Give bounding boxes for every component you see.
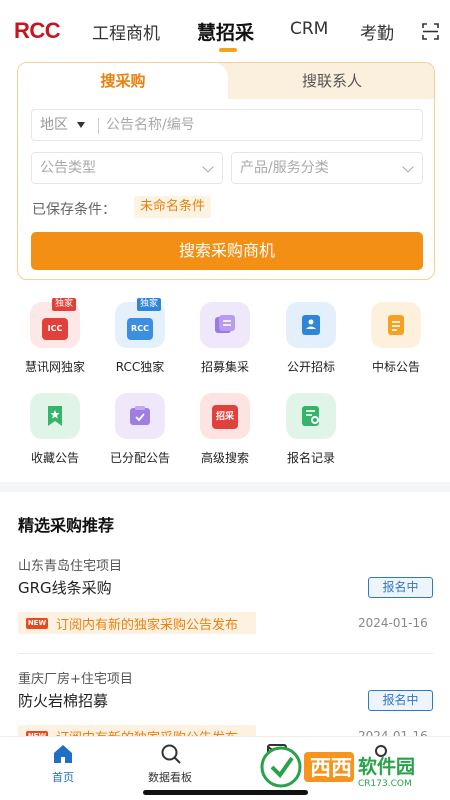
caret-down-icon: [77, 122, 85, 128]
chevron-down-icon: [202, 161, 214, 173]
section-divider: [0, 482, 450, 492]
app-logo: RCC: [14, 18, 61, 43]
tab-search-procurement[interactable]: 搜采购: [18, 63, 228, 99]
saved-conditions-label: 已保存条件：: [32, 202, 116, 218]
public-tender-icon: [286, 302, 336, 348]
project-name[interactable]: 防火岩棉招募: [18, 690, 108, 711]
tab-crm[interactable]: CRM: [290, 19, 328, 39]
scan-icon[interactable]: [422, 23, 439, 40]
grid-item-label: 高级搜索: [200, 451, 249, 465]
rcc-exclusive-icon: RCC 独家: [115, 298, 165, 348]
keyword-placeholder: 公告名称/编号: [106, 117, 195, 133]
notice-type-select[interactable]: 公告类型: [31, 152, 223, 184]
bottom-nav-label: 数据看板: [148, 771, 192, 784]
svg-text:软件园: 软件园: [358, 755, 415, 778]
grid-item-label: 收藏公告: [30, 451, 79, 465]
grid-item-label: 报名记录: [286, 451, 335, 465]
recruit-collective-icon: [200, 302, 250, 348]
advanced-search-icon: 招采: [200, 393, 250, 439]
bottom-nav-dashboard[interactable]: 数据看板: [130, 737, 210, 797]
search-procurement-button[interactable]: 搜索采购商机: [31, 232, 423, 270]
status-badge[interactable]: 报名中: [368, 690, 433, 711]
grid-item-label: 中标公告: [371, 360, 420, 374]
project-location: 重庆厂房+住宅项目: [18, 672, 133, 687]
icc-exclusive-icon: ICC 独家: [30, 298, 80, 348]
section-title: 精选采购推荐: [18, 516, 115, 535]
svg-text:西西: 西西: [310, 756, 352, 780]
svg-text:CR173.COM: CR173.COM: [358, 779, 412, 789]
new-tag: NEW: [26, 618, 48, 629]
project-location: 山东青岛住宅项目: [18, 559, 123, 574]
grid-item-label: 招募集采: [200, 360, 249, 374]
keyword-search-field[interactable]: 地区 公告名称/编号: [31, 109, 423, 141]
bottom-nav-label: 首页: [52, 771, 74, 784]
search-card: 搜联系人 搜采购 地区 公告名称/编号 公告类型 产品/服务分类 已保存条件： …: [17, 62, 435, 280]
home-icon: [54, 745, 72, 763]
chevron-down-icon: [402, 161, 414, 173]
exclusive-badge: 独家: [52, 298, 77, 311]
project-name[interactable]: GRG线条采购: [18, 577, 112, 598]
tab-search-contacts[interactable]: 搜联系人: [228, 63, 434, 99]
bottom-nav-home[interactable]: 首页: [23, 737, 103, 797]
active-tab-indicator: [219, 48, 237, 52]
assigned-notice-icon: [115, 393, 165, 439]
home-indicator: [143, 790, 308, 795]
category-select[interactable]: 产品/服务分类: [231, 152, 423, 184]
tab-huizhaocai[interactable]: 慧招采: [197, 18, 254, 45]
award-notice-icon: [371, 302, 421, 348]
grid-item-label: 已分配公告: [109, 451, 170, 465]
top-nav: RCC 工程商机 慧招采 CRM 考勤: [0, 0, 450, 58]
grid-item-label: 慧讯网独家: [24, 360, 85, 374]
tab-attendance[interactable]: 考勤: [360, 19, 394, 44]
watermark-logo: 西西 软件园 CR173.COM: [260, 746, 415, 789]
tab-engineering[interactable]: 工程商机: [92, 19, 160, 44]
notice-banner[interactable]: NEW 订阅内有新的独家采购公告发布: [18, 612, 256, 634]
search-icon: [161, 744, 181, 764]
publish-date: 2024-01-16: [358, 616, 428, 630]
exclusive-badge: 独家: [137, 298, 162, 311]
grid-item-label: RCC独家: [115, 360, 165, 374]
registration-record-icon: [286, 393, 336, 439]
region-selector[interactable]: 地区: [40, 110, 68, 140]
category-placeholder: 产品/服务分类: [240, 160, 329, 176]
bookmark-star-icon: [30, 393, 80, 439]
row-divider: [18, 653, 433, 654]
grid-item-label: 公开招标: [286, 360, 335, 374]
field-divider: [98, 118, 99, 134]
search-card-tabs: 搜联系人 搜采购: [18, 63, 434, 99]
saved-condition-chip[interactable]: 未命名条件: [134, 196, 212, 218]
notice-type-placeholder: 公告类型: [40, 160, 96, 176]
notice-text: 订阅内有新的独家采购公告发布: [56, 618, 239, 633]
status-badge[interactable]: 报名中: [368, 577, 433, 598]
